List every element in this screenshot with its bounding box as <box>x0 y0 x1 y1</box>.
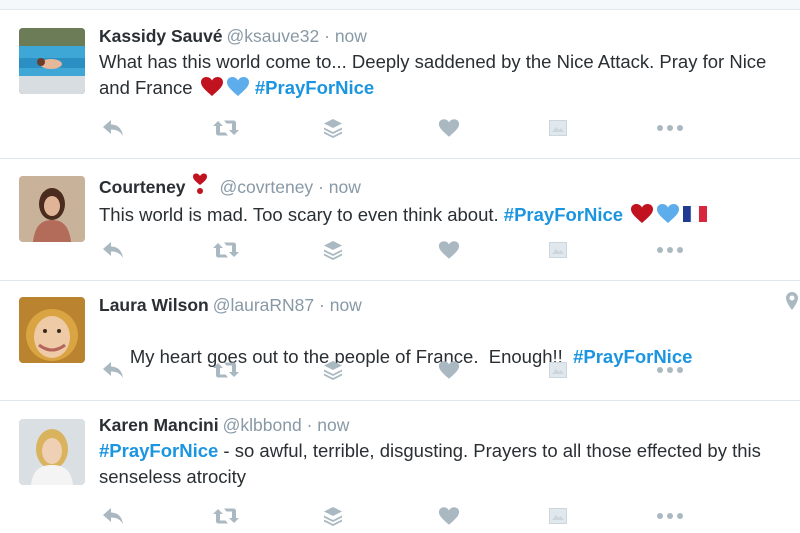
tweet-header: Laura Wilson @lauraRN87 · now <box>99 294 780 316</box>
tweet-item[interactable]: Laura Wilson @lauraRN87 · now My heart go… <box>0 282 800 401</box>
avatar[interactable] <box>19 28 85 94</box>
hashtag-link[interactable]: #PrayForNice <box>255 77 374 98</box>
tweet-actions <box>100 358 700 382</box>
tweet-actions <box>100 504 700 528</box>
like-icon[interactable] <box>436 504 462 528</box>
media-icon[interactable] <box>545 358 571 382</box>
avatar[interactable] <box>19 419 85 485</box>
tweet-text: #PrayForNice - so awful, terrible, disgu… <box>99 438 780 490</box>
tweet-header: Courteney @covrteney · now <box>99 173 780 200</box>
tweet-fullname[interactable]: Laura Wilson <box>99 295 209 315</box>
tweet-handle[interactable]: @lauraRN87 <box>213 295 314 315</box>
tweet-fullname[interactable]: Kassidy Sauvé <box>99 26 223 46</box>
tweet-actions <box>100 238 700 262</box>
tweet-actions <box>100 116 700 140</box>
layers-icon[interactable] <box>320 358 346 382</box>
retweet-icon[interactable] <box>213 238 239 262</box>
more-icon[interactable] <box>657 504 683 528</box>
like-icon[interactable] <box>436 238 462 262</box>
avatar[interactable] <box>19 297 85 363</box>
reply-icon[interactable] <box>100 358 126 382</box>
like-icon[interactable] <box>436 358 462 382</box>
tweet-header: Kassidy Sauvé @ksauve32 · now <box>99 25 780 47</box>
tweet-item[interactable]: Kassidy Sauvé @ksauve32 · now What has th… <box>0 11 800 159</box>
reply-icon[interactable] <box>100 116 126 140</box>
more-icon[interactable] <box>657 238 683 262</box>
tweet-time[interactable]: now <box>317 415 349 435</box>
tweet-text: My heart goes out to the people of Franc… <box>99 318 780 396</box>
tweet-handle[interactable]: @covrteney <box>220 177 314 197</box>
timeline-top-strip <box>0 0 800 10</box>
tweet-time[interactable]: now <box>335 26 367 46</box>
tweet-item[interactable]: Courteney @covrteney · now This world is… <box>0 160 800 281</box>
tweet-time[interactable]: now <box>330 295 362 315</box>
more-icon[interactable] <box>657 358 683 382</box>
retweet-icon[interactable] <box>213 116 239 140</box>
tweet-fullname[interactable]: Courteney <box>99 177 186 197</box>
france-flag-icon <box>682 204 708 231</box>
layers-icon[interactable] <box>320 504 346 528</box>
tweet-separator: · <box>319 295 325 315</box>
hashtag-link[interactable]: #PrayForNice <box>504 204 623 225</box>
media-icon[interactable] <box>545 504 571 528</box>
retweet-icon[interactable] <box>213 504 239 528</box>
hashtag-link[interactable]: #PrayForNice <box>99 440 218 461</box>
tweet-separator: · <box>306 415 313 435</box>
tweet-handle[interactable]: @klbbond <box>223 415 302 435</box>
media-icon[interactable] <box>545 116 571 140</box>
red-heart-icon <box>200 76 224 104</box>
like-icon[interactable] <box>436 116 462 140</box>
location-pin-icon[interactable] <box>786 292 798 315</box>
tweet-separator: · <box>324 26 330 46</box>
reply-icon[interactable] <box>100 238 126 262</box>
reply-icon[interactable] <box>100 504 126 528</box>
avatar[interactable] <box>19 176 85 242</box>
tweet-handle[interactable]: @ksauve32 <box>227 26 320 46</box>
heart-exclamation-icon <box>192 173 208 200</box>
tweet-text-body: This world is mad. Too scary to even thi… <box>99 204 504 225</box>
more-icon[interactable] <box>657 116 683 140</box>
media-icon[interactable] <box>545 238 571 262</box>
blue-heart-icon <box>656 203 680 231</box>
red-heart-icon <box>630 203 654 231</box>
tweet-item[interactable]: Karen Mancini @klbbond · now #PrayForNice… <box>0 402 800 533</box>
tweet-time[interactable]: now <box>329 177 361 197</box>
tweet-fullname[interactable]: Karen Mancini <box>99 415 219 435</box>
blue-heart-icon <box>226 76 250 104</box>
retweet-icon[interactable] <box>213 358 239 382</box>
tweet-text: What has this world come to... Deeply sa… <box>99 49 780 104</box>
layers-icon[interactable] <box>320 116 346 140</box>
tweet-header: Karen Mancini @klbbond · now <box>99 414 780 436</box>
tweet-text: This world is mad. Too scary to even thi… <box>99 202 780 231</box>
layers-icon[interactable] <box>320 238 346 262</box>
tweet-separator: · <box>318 177 324 197</box>
